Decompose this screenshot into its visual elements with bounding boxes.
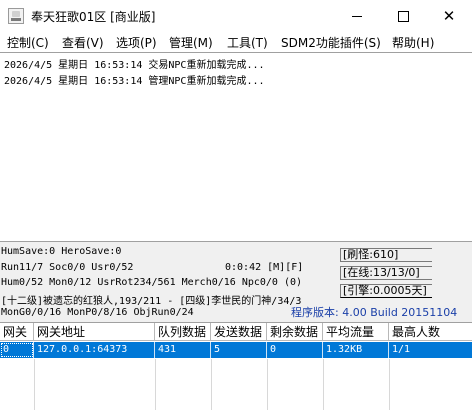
column-header-address[interactable]: 网关地址: [34, 323, 155, 341]
title-bar: 奉天狂歌01区 [商业版] ✕: [0, 0, 472, 32]
column-header-gateway[interactable]: 网关: [0, 323, 34, 341]
log-output[interactable]: 2026/4/5 星期日 16:53:14 交易NPC重新加载完成... 202…: [0, 52, 472, 242]
column-header-max-users[interactable]: 最高人数: [389, 323, 472, 341]
menu-control[interactable]: 控制(C): [7, 34, 49, 51]
program-version: 程序版本: 4.00 Build 20151104: [291, 306, 458, 319]
menu-options[interactable]: 选项(P): [116, 34, 157, 51]
column-header-sent[interactable]: 发送数据: [211, 323, 267, 341]
grid-divider: [389, 359, 390, 410]
table-row[interactable]: 0 127.0.0.1:64373 431 5 0 1.32KB 1/1: [0, 342, 472, 358]
menu-tools[interactable]: 工具(T): [227, 34, 268, 51]
table-header: 网关 网关地址 队列数据 发送数据 剩余数据 平均流量 最高人数: [0, 323, 472, 341]
column-header-remaining[interactable]: 剩余数据: [267, 323, 323, 341]
window-title: 奉天狂歌01区 [商业版]: [31, 10, 156, 24]
app-icon: [8, 8, 24, 24]
column-header-avg-traffic[interactable]: 平均流量: [323, 323, 389, 341]
grid-divider: [34, 359, 35, 410]
human-monster-status: Hum0/52 Mon0/12 UsrRot234/561 Merch0/16 …: [1, 277, 303, 288]
uptime-status: 0:0:42 [M][F]: [225, 262, 304, 273]
minimize-icon: [352, 16, 362, 17]
menu-sdm2-plugins[interactable]: SDM2功能插件(S): [281, 34, 381, 51]
log-line: 2026/4/5 星期日 16:53:14 交易NPC重新加载完成...: [4, 60, 265, 71]
grid-divider: [267, 359, 268, 410]
monster-gen-status: MonG0/0/16 MonP0/8/16 ObjRun0/24: [1, 307, 194, 318]
cell-avg-traffic: 1.32KB: [323, 342, 389, 358]
close-button[interactable]: ✕: [426, 0, 472, 32]
cell-remaining: 0: [267, 342, 323, 358]
cell-gateway: 0: [0, 342, 34, 358]
cell-sent: 5: [211, 342, 267, 358]
maximize-icon: [397, 11, 409, 22]
minimize-button[interactable]: [334, 0, 380, 32]
log-line: 2026/4/5 星期日 16:53:14 管理NPC重新加载完成...: [4, 76, 265, 87]
engine-badge: [引擎:0.0005天]: [340, 284, 432, 298]
grid-divider: [211, 359, 212, 410]
grid-divider: [155, 359, 156, 410]
run-status: Run11/7 Soc0/0 Usr0/52: [1, 262, 134, 273]
cell-queue: 431: [155, 342, 211, 358]
gateway-table[interactable]: 网关 网关地址 队列数据 发送数据 剩余数据 平均流量 最高人数 0 127.0…: [0, 322, 472, 410]
cell-address: 127.0.0.1:64373: [34, 342, 155, 358]
close-icon: ✕: [442, 7, 456, 25]
menu-help[interactable]: 帮助(H): [392, 34, 434, 51]
grid-divider: [323, 359, 324, 410]
maximize-button[interactable]: [380, 0, 426, 32]
menu-bar: 控制(C) 查看(V) 选项(P) 管理(M) 工具(T) SDM2功能插件(S…: [0, 32, 472, 52]
refresh-monster-badge: [刷怪:610]: [340, 248, 432, 262]
online-count-badge: [在线:13/13/0]: [340, 266, 432, 280]
menu-view[interactable]: 查看(V): [62, 34, 104, 51]
save-status: HumSave:0 HeroSave:0: [1, 246, 122, 257]
column-header-queue[interactable]: 队列数据: [155, 323, 211, 341]
cell-max-users: 1/1: [392, 344, 411, 355]
boss-status: [十二级]被遗忘的红狼人,193/211 - [四级]李世民的门神/34/3: [1, 296, 302, 307]
menu-manage[interactable]: 管理(M): [169, 34, 213, 51]
